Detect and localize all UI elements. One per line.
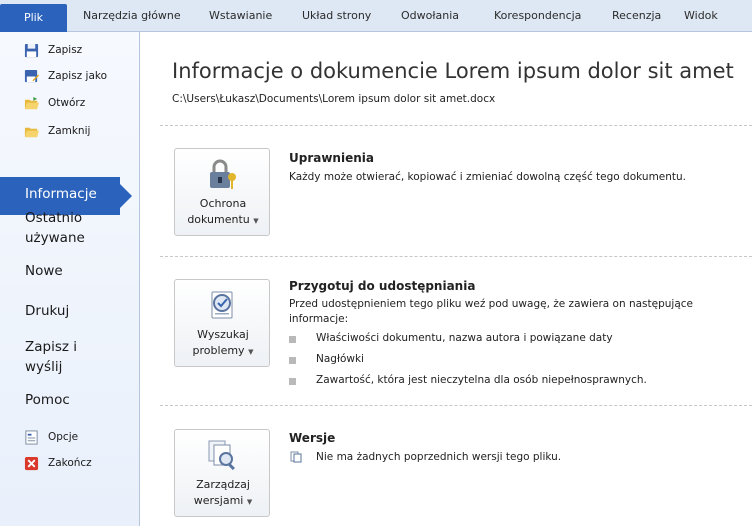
permissions-heading: Uprawnienia xyxy=(289,151,374,165)
save-label: Zapisz xyxy=(48,44,83,56)
nav-new[interactable]: Nowe xyxy=(25,261,63,281)
list-item-text: Właściwości dokumentu, nazwa autora i po… xyxy=(316,332,613,344)
open-folder-icon xyxy=(24,96,39,110)
divider xyxy=(160,405,752,406)
options-icon xyxy=(25,430,38,445)
tab-insert[interactable]: Wstawianie xyxy=(209,9,272,22)
nav-print[interactable]: Drukuj xyxy=(25,301,69,321)
protect-document-icon xyxy=(210,159,236,189)
nav-recent[interactable]: Ostatnio używane xyxy=(25,208,85,248)
tab-view[interactable]: Widok xyxy=(684,9,718,22)
bullet-square xyxy=(289,357,296,364)
check-for-issues-label-2-text: problemy xyxy=(192,344,245,357)
save-icon xyxy=(24,43,39,58)
tab-review[interactable]: Recenzja xyxy=(612,9,661,22)
check-for-issues-icon xyxy=(211,291,233,319)
nav-help[interactable]: Pomoc xyxy=(25,390,70,410)
bullet-square xyxy=(289,336,296,343)
chevron-down-icon: ▼ xyxy=(248,348,254,356)
protect-document-label-1: Ochrona xyxy=(199,197,247,210)
permissions-text: Każdy może otwierać, kopiować i zmieniać… xyxy=(289,171,687,183)
tab-home[interactable]: Narzędzia główne xyxy=(83,9,181,22)
page-title: Informacje o dokumencie Lorem ipsum dolo… xyxy=(172,59,734,83)
tab-references[interactable]: Odwołania xyxy=(401,9,459,22)
list-item-text: Zawartość, która jest nieczytelna dla os… xyxy=(316,374,647,386)
tab-file[interactable]: Plik xyxy=(0,4,67,32)
exit-icon xyxy=(24,456,39,471)
open-label: Otwórz xyxy=(48,97,86,109)
divider xyxy=(160,125,752,126)
tab-page-layout[interactable]: Układ strony xyxy=(302,9,371,22)
save-as-label: Zapisz jako xyxy=(48,70,108,82)
exit-label: Zakończ xyxy=(48,457,92,469)
protect-document-label-2-text: dokumentu xyxy=(187,213,250,226)
manage-versions-label-2-text: wersjami xyxy=(193,494,244,507)
manage-versions-label-2: wersjami ▼ xyxy=(175,494,271,507)
options-label: Opcje xyxy=(48,431,79,443)
close-document-icon xyxy=(24,127,39,138)
protect-document-label-2: dokumentu ▼ xyxy=(175,213,271,226)
chevron-down-icon: ▼ xyxy=(253,217,259,225)
manage-versions-button[interactable]: Zarządzaj wersjami ▼ xyxy=(174,429,270,517)
divider xyxy=(160,256,752,257)
check-for-issues-label-2: problemy ▼ xyxy=(175,344,271,357)
nav-save-send[interactable]: Zapisz i wyślij xyxy=(25,337,77,377)
versions-heading: Wersje xyxy=(289,431,336,445)
list-item-text: Nagłówki xyxy=(316,353,364,365)
exit-command[interactable]: Zakończ xyxy=(0,453,140,475)
nav-info-label: Informacje xyxy=(25,186,97,202)
chevron-down-icon: ▼ xyxy=(246,498,253,506)
tab-mailings[interactable]: Korespondencja xyxy=(494,9,581,22)
document-path: C:\Users\Łukasz\Documents\Lorem ipsum do… xyxy=(172,93,496,105)
nav-save-send-label: Zapisz i wyślij xyxy=(25,339,78,375)
document-version-icon xyxy=(290,451,302,463)
close-label: Zamknij xyxy=(48,125,91,137)
save-as-command[interactable]: Zapisz jako xyxy=(0,66,140,88)
manage-versions-label-1: Zarządzaj xyxy=(196,478,250,491)
backstage-nav-pane: Zapisz Zapisz jako Otwórz Zamknij Inform… xyxy=(0,32,140,526)
protect-document-button[interactable]: Ochrona dokumentu ▼ xyxy=(174,148,270,236)
prepare-sharing-text-2: informacje: xyxy=(289,313,349,325)
check-for-issues-label-1: Wyszukaj xyxy=(197,328,249,341)
close-command[interactable]: Zamknij xyxy=(0,121,140,143)
prepare-sharing-text-1: Przed udostępnieniem tego pliku weź pod … xyxy=(289,298,694,310)
versions-text: Nie ma żadnych poprzednich wersji tego p… xyxy=(316,451,562,463)
manage-versions-icon xyxy=(208,440,235,471)
options-command[interactable]: Opcje xyxy=(0,427,140,449)
open-command[interactable]: Otwórz xyxy=(0,93,140,115)
bullet-square xyxy=(289,378,296,385)
nav-recent-label: Ostatnio używane xyxy=(25,210,85,246)
check-for-issues-button[interactable]: Wyszukaj problemy ▼ xyxy=(174,279,270,367)
save-command[interactable]: Zapisz xyxy=(0,40,140,62)
prepare-sharing-heading: Przygotuj do udostępniania xyxy=(289,279,476,293)
ribbon-tab-strip: Plik Narzędzia główne Wstawianie Układ s… xyxy=(0,0,752,32)
save-as-icon xyxy=(24,69,39,83)
